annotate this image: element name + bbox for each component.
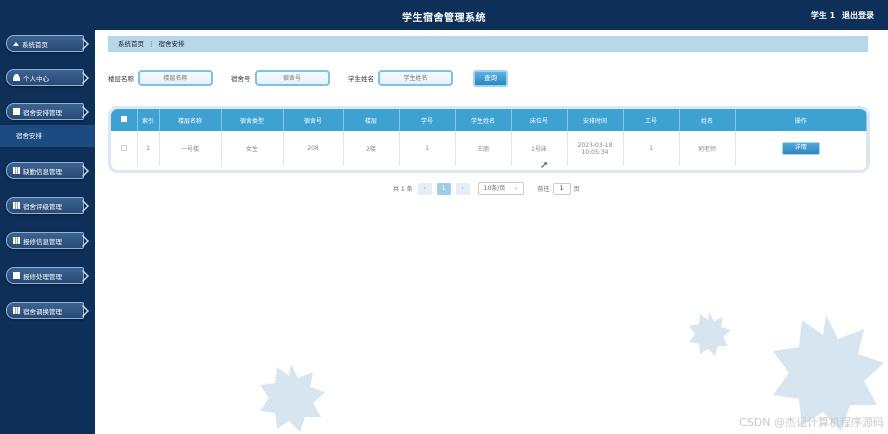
- box-icon: [13, 272, 20, 279]
- table-row: 1 一号楼 女生 208 2楼 1 王丽 1号床 2023-03-18 10:0…: [111, 131, 867, 166]
- search-student: 学生姓名: [348, 70, 453, 86]
- sidebar-item-dorm-swap[interactable]: 宿舍调换管理: [6, 302, 89, 319]
- sidebar-item-home[interactable]: 系统首页: [6, 35, 89, 52]
- search-button[interactable]: 查询: [473, 70, 508, 87]
- sidebar-item-dorm-arrangement[interactable]: 宿舍安排管理: [6, 103, 89, 120]
- select-all-cell[interactable]: [111, 109, 138, 131]
- column-header: 操作: [735, 109, 867, 131]
- grid-icon: [13, 202, 20, 209]
- pagination: 共 1 条 ‹ 1 › 10条/页 前往 1 页: [393, 182, 580, 195]
- sidebar: 系统首页 个人中心 宿舍安排管理 宿舍安排 缺勤信息管理 宿舍评级管理 报修信息…: [0, 30, 95, 434]
- breadcrumb-current: 宿舍安排: [158, 40, 185, 48]
- sidebar-item-repair-info[interactable]: 报修信息管理: [6, 232, 89, 249]
- column-header: 楼层名称: [159, 109, 222, 131]
- prev-page-button[interactable]: ‹: [417, 182, 432, 195]
- goto-page-input[interactable]: 1: [552, 182, 571, 195]
- sidebar-subitem-dorm-arrangement[interactable]: 宿舍安排: [0, 125, 95, 147]
- column-header: 姓名: [679, 109, 736, 131]
- floor-name-input[interactable]: [138, 70, 213, 86]
- table-cell: 1号床: [511, 131, 568, 166]
- grid-icon: [13, 307, 20, 314]
- student-name-input[interactable]: [378, 70, 453, 86]
- column-header: 学生姓名: [455, 109, 512, 131]
- user-area: 学生 1 退出登录: [807, 10, 874, 21]
- search-floor-label: 楼层名称: [108, 75, 134, 83]
- chevron-right-icon: [77, 305, 89, 317]
- user-icon: [13, 74, 20, 81]
- chevron-right-icon: [77, 165, 89, 177]
- top-bar: 学生宿舍管理系统 学生 1 退出登录: [0, 0, 888, 30]
- table-cell: 王丽: [455, 131, 512, 166]
- user-name: 学生 1: [810, 11, 836, 20]
- column-header: 宿舍号: [283, 109, 344, 131]
- chevron-right-icon: [77, 270, 89, 282]
- table-cell: 208: [283, 131, 344, 166]
- page-size-select[interactable]: 10条/页: [477, 182, 524, 195]
- logout-link[interactable]: 退出登录: [842, 11, 874, 20]
- chevron-right-icon: [77, 38, 89, 50]
- sidebar-item-label: 宿舍安排管理: [23, 108, 62, 117]
- column-header: 工号: [623, 109, 680, 131]
- column-header: 宿舍类型: [221, 109, 284, 131]
- search-room: 宿舍号: [231, 70, 330, 86]
- table-cell: 女生: [221, 131, 284, 166]
- column-header: 床位号: [511, 109, 568, 131]
- table-cell: 2楼: [343, 131, 400, 166]
- grid-icon: [13, 237, 20, 244]
- breadcrumb-separator: ⋮: [148, 40, 155, 48]
- column-header: 索引: [137, 109, 160, 131]
- sidebar-item-profile[interactable]: 个人中心: [6, 69, 89, 86]
- app-title: 学生宿舍管理系统: [402, 13, 486, 24]
- search-room-label: 宿舍号: [231, 75, 251, 83]
- page-number-button[interactable]: 1: [436, 182, 451, 195]
- column-header: 安排时间: [567, 109, 624, 131]
- row-checkbox[interactable]: [120, 144, 127, 151]
- table-cell: 1: [399, 131, 456, 166]
- column-header: 学号: [399, 109, 456, 131]
- search-student-label: 学生姓名: [348, 75, 374, 83]
- watermark: CSDN @杰记计算机程序源码: [739, 416, 884, 429]
- sidebar-item-label: 缺勤信息管理: [23, 167, 62, 176]
- select-all-checkbox[interactable]: [120, 116, 127, 122]
- home-icon: [13, 41, 19, 46]
- page-unit-label: 页: [573, 186, 580, 193]
- mouse-cursor-icon: ➚: [540, 160, 549, 171]
- table-header-row: 索引 楼层名称 宿舍类型 宿舍号 楼层 学号 学生姓名 床位号 安排时间 工号 …: [111, 109, 867, 131]
- sidebar-item-label: 个人中心: [23, 74, 49, 83]
- decorative-star-icon: [689, 312, 731, 356]
- decorative-star-icon: [260, 364, 325, 432]
- sidebar-item-label: 报修信息管理: [23, 237, 62, 246]
- next-page-button[interactable]: ›: [455, 182, 470, 195]
- sidebar-item-label: 报修处理管理: [23, 272, 62, 281]
- table-cell: 一号楼: [159, 131, 222, 166]
- box-icon: [13, 108, 20, 115]
- sidebar-item-label: 宿舍调换管理: [23, 307, 62, 316]
- sidebar-item-repair-handle[interactable]: 报修处理管理: [6, 267, 89, 284]
- table-cell: 何老师: [679, 131, 736, 166]
- search-floor: 楼层名称: [108, 70, 213, 86]
- table-cell: 1: [623, 131, 680, 166]
- chevron-right-icon: [77, 235, 89, 247]
- chevron-right-icon: [77, 106, 89, 118]
- column-header: 楼层: [343, 109, 400, 131]
- table-cell: 2023-03-18 10:05:34: [567, 131, 624, 166]
- detail-button[interactable]: 详情: [781, 142, 820, 155]
- chevron-right-icon: [77, 200, 89, 212]
- grid-icon: [13, 167, 20, 174]
- room-number-input[interactable]: [254, 70, 330, 86]
- table-cell: 1: [137, 131, 160, 166]
- data-table: 索引 楼层名称 宿舍类型 宿舍号 楼层 学号 学生姓名 床位号 安排时间 工号 …: [108, 106, 870, 173]
- total-count: 共 1 条: [393, 186, 413, 193]
- action-cell: 详情: [735, 131, 867, 166]
- sidebar-item-rating[interactable]: 宿舍评级管理: [6, 197, 89, 214]
- sidebar-item-absence[interactable]: 缺勤信息管理: [6, 162, 89, 179]
- sidebar-item-label: 系统首页: [22, 40, 48, 49]
- breadcrumb-home[interactable]: 系统首页: [118, 40, 144, 48]
- row-select-cell[interactable]: [111, 131, 138, 166]
- goto-label: 前往: [537, 186, 550, 193]
- chevron-right-icon: [77, 72, 89, 84]
- sidebar-item-label: 宿舍评级管理: [23, 202, 62, 211]
- breadcrumb: 系统首页 ⋮ 宿舍安排: [108, 36, 868, 52]
